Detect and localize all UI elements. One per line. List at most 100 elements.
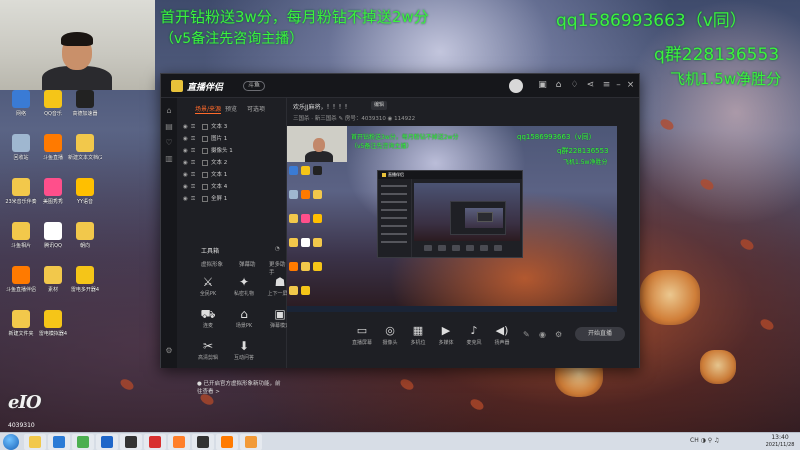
source-row[interactable]: ◉ ⚿ 摄像头 1 (183, 146, 283, 157)
qq-icon[interactable] (192, 434, 214, 450)
douyu-icon[interactable] (216, 434, 238, 450)
desktop-icon[interactable]: 雷电多开器4 (68, 266, 102, 306)
control-button[interactable]: ▦ 多机位 (403, 324, 433, 346)
desktop-icon[interactable]: 斗鱼相片 (4, 222, 38, 262)
source-checkbox[interactable] (202, 147, 208, 154)
bell-icon[interactable]: ♢ (569, 80, 580, 91)
tab-options[interactable]: 可选项 (247, 104, 265, 113)
system-tray[interactable]: CH ◑ ⚲ ♫ (690, 437, 719, 444)
lock-icon[interactable]: ⚿ (191, 146, 199, 157)
menu-icon[interactable]: ≡ (601, 80, 612, 91)
desktop-icon[interactable]: 高德加速器 (68, 90, 102, 130)
lock-icon[interactable]: ⚿ (191, 194, 199, 205)
source-checkbox[interactable] (202, 183, 208, 190)
desktop-icon[interactable]: 雷电模拟器4 (36, 310, 70, 350)
gift-icon[interactable]: ▣ (537, 80, 548, 91)
source-checkbox[interactable] (202, 159, 208, 166)
lock-icon[interactable]: ⚿ (191, 158, 199, 169)
source-row[interactable]: ◉ ⚿ 文本 1 (183, 170, 283, 181)
source-row[interactable]: ◉ ⚿ 图片 1 (183, 134, 283, 145)
source-checkbox[interactable] (202, 195, 208, 202)
desktop-icon[interactable]: 斗鱼直播伴侣 (4, 266, 38, 306)
netease-icon[interactable] (144, 434, 166, 450)
control-button[interactable]: ▭ 直播屏幕 (347, 324, 377, 346)
source-checkbox[interactable] (202, 171, 208, 178)
desktop-icon[interactable]: QQ音乐 (36, 90, 70, 130)
tab-scenes[interactable]: 场景/来源 (195, 104, 222, 114)
tool-button[interactable]: ⬇ 互动问答 (229, 338, 259, 366)
source-row[interactable]: ◉ ⚿ 文本 2 (183, 158, 283, 169)
video-icon[interactable] (96, 434, 118, 450)
desktop-icon[interactable]: 23米音乐伴奏 (4, 178, 38, 218)
chrome-icon[interactable] (72, 434, 94, 450)
window-titlebar[interactable]: 直播伴侣 斗鱼 ▣ ⌂ ♢ ⋖ ≡ – × (161, 74, 639, 98)
desktop-icon[interactable]: 网络 (4, 90, 38, 130)
start-live-button[interactable]: 开始直播 (575, 327, 625, 341)
firefox-icon[interactable] (168, 434, 190, 450)
desktop-icon[interactable]: 回收站 (4, 134, 38, 174)
desktop-icon[interactable]: 新建文件夹 (4, 310, 38, 350)
lock-icon[interactable]: ⚿ (191, 182, 199, 193)
tool-button[interactable]: ✂ 高清剪辑 (193, 338, 223, 366)
desktop-icon[interactable]: YY语音 (68, 178, 102, 218)
settings-icon[interactable]: ⚙ (164, 346, 174, 356)
tool-virtual-avatar[interactable]: 虚拟形象 (201, 260, 223, 268)
source-row[interactable]: ◉ ⚿ 全屏 1 (183, 194, 283, 205)
feature-notice[interactable]: ● 已开启官方虚拟形象新功能，前往查看 > (197, 379, 286, 395)
desktop-icon[interactable]: 素材 (36, 266, 70, 306)
tab-preview[interactable]: 预览 (225, 104, 237, 113)
visibility-eye-icon[interactable]: ◉ (183, 170, 191, 181)
desktop-icon[interactable]: 新建文本文档(2) (68, 134, 102, 174)
pen-icon[interactable]: ✎ (523, 330, 530, 339)
game-icon[interactable] (120, 434, 142, 450)
lock-icon[interactable]: ⚿ (191, 134, 199, 145)
eye-icon[interactable]: ◉ (539, 330, 546, 339)
more-arrow-icon[interactable]: ◔ (275, 246, 280, 252)
source-checkbox[interactable] (202, 135, 208, 142)
system-clock[interactable]: 13:40 2021/11/28 (760, 434, 800, 449)
control-button[interactable]: ◀) 扬声器 (487, 324, 517, 346)
media-icon[interactable] (48, 434, 70, 450)
minimize-icon[interactable]: – (613, 80, 624, 91)
stream-preview-canvas[interactable]: 首开钻粉送3w分，每月粉钻不掉送2w分 （v5备注先咨询主播） qq158699… (287, 126, 617, 312)
share-icon[interactable]: ⋖ (585, 80, 596, 91)
user-avatar[interactable] (509, 79, 523, 93)
home-icon[interactable]: ⌂ (164, 106, 174, 116)
lock-icon[interactable]: ⚿ (191, 170, 199, 181)
edit-title-button[interactable]: 编辑 (371, 101, 387, 110)
desktop-icon[interactable]: 朝向 (68, 222, 102, 262)
app2-icon[interactable] (240, 434, 262, 450)
visibility-eye-icon[interactable]: ◉ (183, 134, 191, 145)
tool-button[interactable]: ⚔ 全民PK (193, 274, 223, 302)
source-row[interactable]: ◉ ⚿ 文本 4 (183, 182, 283, 193)
gear-icon[interactable]: ⚙ (555, 330, 562, 339)
tool-danmaku-helper[interactable]: 弹幕助 (239, 260, 256, 268)
visibility-eye-icon[interactable]: ◉ (183, 122, 191, 133)
control-button[interactable]: ◎ 摄像头 (375, 324, 405, 346)
leaf-decoration (758, 317, 776, 332)
tool-button[interactable]: ⌂ 场景PK (229, 306, 259, 334)
visibility-eye-icon[interactable]: ◉ (183, 146, 191, 157)
lock-icon[interactable]: ⚿ (191, 122, 199, 133)
source-row[interactable]: ◉ ⚿ 文本 3 (183, 122, 283, 133)
visibility-eye-icon[interactable]: ◉ (183, 182, 191, 193)
platform-badge[interactable]: 斗鱼 (243, 81, 266, 91)
visibility-eye-icon[interactable]: ◉ (183, 194, 191, 205)
desktop-icon[interactable]: 腾讯QQ (36, 222, 70, 262)
heart-icon[interactable]: ♡ (164, 138, 174, 148)
control-button[interactable]: ♪ 麦克风 (459, 324, 489, 346)
tool-button[interactable]: ✦ 私密礼物 (229, 274, 259, 302)
source-checkbox[interactable] (202, 123, 208, 130)
close-icon[interactable]: × (625, 80, 636, 91)
lock-icon[interactable]: ⌂ (553, 80, 564, 91)
control-button[interactable]: ▶ 多媒体 (431, 324, 461, 346)
tool-button[interactable]: ⛟ 连麦 (193, 306, 223, 334)
desktop-icon[interactable]: 美图秀秀 (36, 178, 70, 218)
chart-icon[interactable]: ▥ (164, 154, 174, 164)
preview-desktop-icon (289, 214, 298, 223)
explorer-icon[interactable] (24, 434, 46, 450)
visibility-eye-icon[interactable]: ◉ (183, 158, 191, 169)
scene-icon[interactable]: ▤ (164, 122, 174, 132)
start-button[interactable] (3, 434, 19, 450)
desktop-icon[interactable]: 斗鱼直播 (36, 134, 70, 174)
